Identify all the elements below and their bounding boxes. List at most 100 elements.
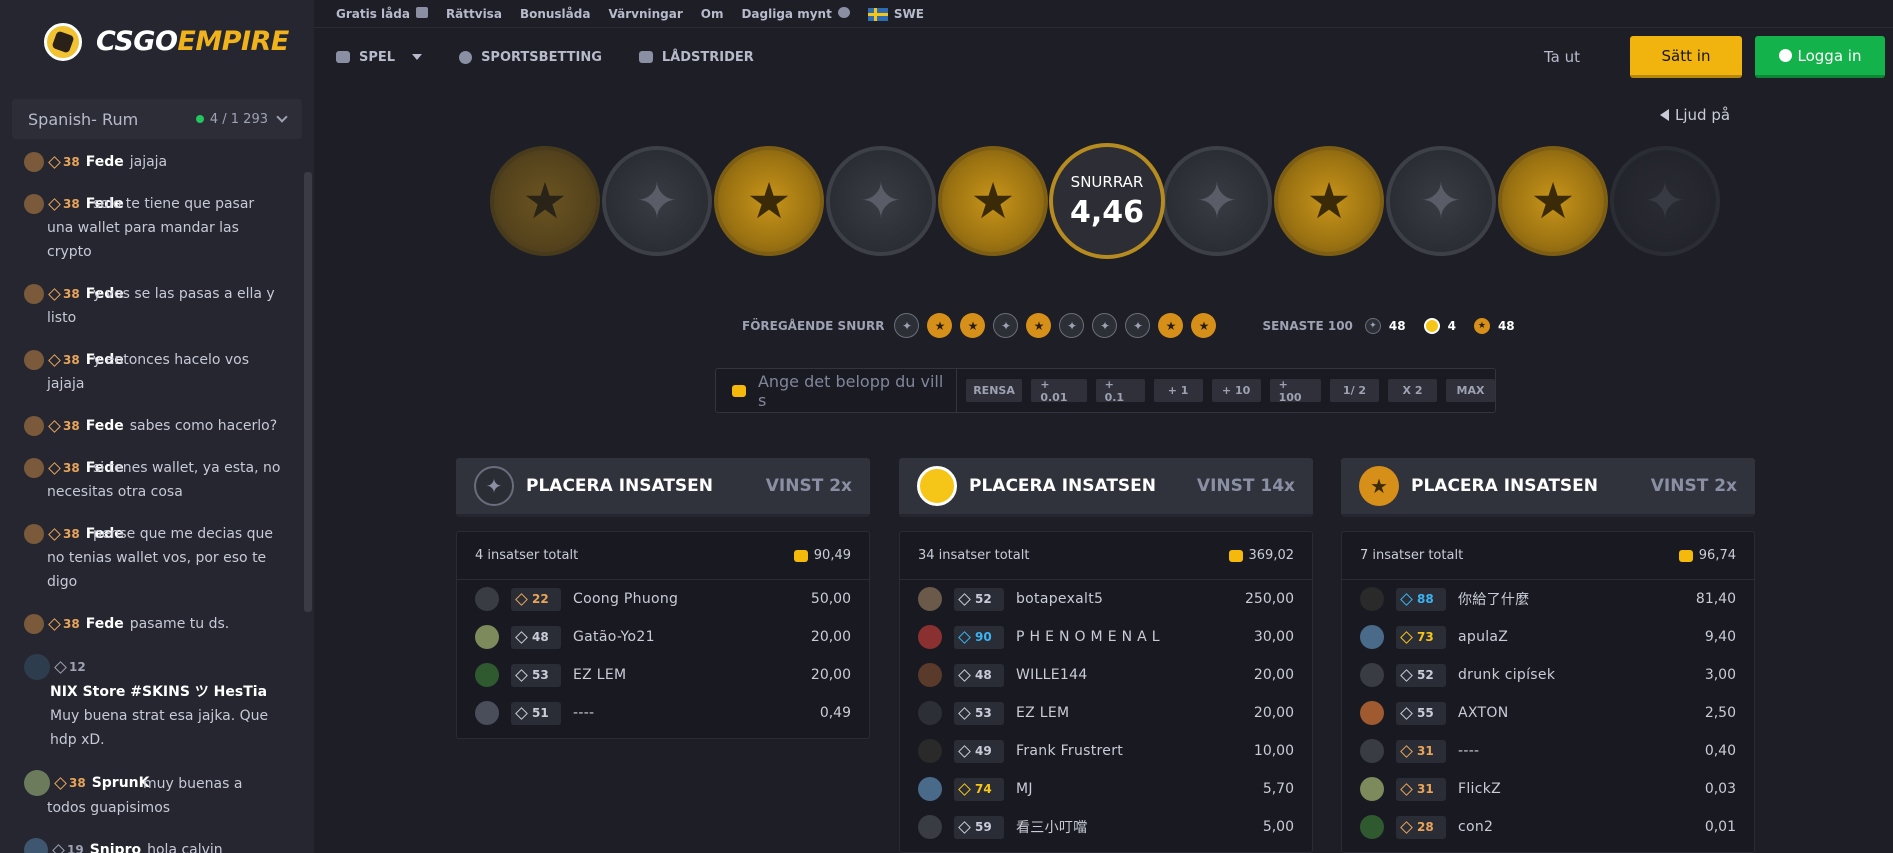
- chat-scrollbar[interactable]: [304, 172, 312, 612]
- avatar[interactable]: [1360, 625, 1384, 649]
- place-bet-button[interactable]: PLACERA INSATSEN VINST 14x: [899, 458, 1313, 517]
- avatar[interactable]: [1360, 701, 1384, 725]
- avatar[interactable]: [24, 614, 44, 634]
- avatar[interactable]: [918, 739, 942, 763]
- bet-modifier-button[interactable]: + 0.01: [1031, 378, 1087, 404]
- bonus-count: 4: [1447, 318, 1456, 333]
- nav-games[interactable]: SPEL: [336, 50, 423, 65]
- bet-amount-input[interactable]: Ange det belopp du vill s: [716, 369, 957, 412]
- nav-sportsbetting[interactable]: SPORTSBETTING: [459, 50, 602, 65]
- language-selector[interactable]: SWE: [867, 7, 924, 21]
- bets-summary: 7 insatser totalt 96,74: [1342, 532, 1754, 580]
- place-bet-title: PLACERA INSATSEN: [1411, 476, 1599, 496]
- bet-modifier-button[interactable]: RENSA: [965, 379, 1023, 402]
- avatar[interactable]: [1360, 815, 1384, 839]
- avatar[interactable]: [918, 815, 942, 839]
- avatar[interactable]: [918, 587, 942, 611]
- bettor-name: ----: [1458, 743, 1480, 759]
- avatar[interactable]: [475, 587, 499, 611]
- chat-room-selector[interactable]: Spanish- Rum 4 / 1 293: [12, 99, 302, 139]
- level-badge: 38: [54, 771, 86, 795]
- avatar[interactable]: [475, 625, 499, 649]
- top-bar: Gratis låda Rättvisa Bonuslåda Värvninga…: [314, 0, 1893, 27]
- steam-icon: [1778, 49, 1792, 62]
- level-badge: 12: [54, 655, 86, 679]
- bet-modifier-button[interactable]: MAX: [1446, 379, 1495, 402]
- bettor-name: apulaZ: [1458, 629, 1509, 645]
- avatar[interactable]: [24, 838, 48, 853]
- caret-down-icon: [412, 54, 423, 60]
- referrals-link[interactable]: Värvningar: [608, 7, 682, 21]
- free-case-link[interactable]: Gratis låda: [336, 6, 428, 21]
- bet-row: 31 FlickZ 0,03: [1360, 770, 1736, 808]
- bet-modifier-button[interactable]: X 2: [1388, 379, 1437, 402]
- place-bet-button[interactable]: ★ PLACERA INSATSEN VINST 2x: [1341, 458, 1755, 517]
- bet-amount: 81,40: [1695, 591, 1736, 607]
- level-badge: 49: [954, 739, 1004, 763]
- bet-amount: 9,40: [1704, 629, 1736, 645]
- payout-multiplier: VINST 14x: [1196, 476, 1295, 496]
- bets-list: 4 insatser totalt 90,49 22 Coong Phuong 50,0…: [456, 531, 870, 739]
- message-text: hola calvin: [147, 842, 223, 853]
- bet-amount: 5,70: [1262, 781, 1294, 797]
- bet-modifier-button[interactable]: + 10: [1211, 379, 1261, 402]
- nav-case-battles[interactable]: LÅDSTRIDER: [638, 50, 754, 65]
- avatar[interactable]: [1360, 587, 1384, 611]
- username[interactable]: Fede: [86, 612, 124, 636]
- sound-toggle[interactable]: Ljud på: [1660, 106, 1730, 124]
- username[interactable]: Fede: [86, 414, 124, 438]
- bettor-name: FlickZ: [1458, 781, 1502, 797]
- fair-link[interactable]: Rättvisa: [446, 7, 502, 21]
- avatar[interactable]: [1360, 663, 1384, 687]
- avatar[interactable]: [918, 777, 942, 801]
- deposit-button[interactable]: Sätt in: [1630, 36, 1742, 78]
- avatar[interactable]: [24, 350, 44, 370]
- avatar[interactable]: [24, 654, 50, 680]
- avatar[interactable]: [475, 663, 499, 687]
- avatar[interactable]: [1360, 777, 1384, 801]
- withdraw-link[interactable]: Ta ut: [1544, 48, 1580, 66]
- bonus-link[interactable]: Bonuslåda: [520, 7, 591, 21]
- avatar[interactable]: [24, 152, 44, 172]
- room-name: Spanish- Rum: [28, 109, 139, 129]
- daily-coins-link[interactable]: Dagliga mynt: [741, 6, 850, 21]
- avatar[interactable]: [24, 524, 44, 544]
- avatar[interactable]: [918, 625, 942, 649]
- logo[interactable]: CSGOEMPIRE: [0, 0, 314, 83]
- bet-amount: 10,00: [1253, 743, 1294, 759]
- bet-modifier-button[interactable]: 1/ 2: [1330, 379, 1379, 402]
- avatar[interactable]: [24, 770, 50, 796]
- avatar[interactable]: [24, 458, 44, 478]
- avatar[interactable]: [24, 416, 44, 436]
- bet-modifier-button[interactable]: + 1: [1153, 379, 1203, 402]
- level-badge: 38: [48, 192, 80, 216]
- bet-total: 96,74: [1678, 548, 1736, 563]
- bet-modifier-button[interactable]: + 0.1: [1095, 378, 1145, 404]
- avatar[interactable]: [24, 194, 44, 214]
- username[interactable]: NIX Store #SKINS ツ HesTia: [50, 684, 267, 700]
- main-nav: SPEL SPORTSBETTING LÅDSTRIDER Ta ut Sätt…: [314, 27, 1893, 86]
- bet-amount: 30,00: [1253, 629, 1294, 645]
- bet-row: 48 WILLE144 20,00: [918, 656, 1294, 694]
- place-bet-button[interactable]: ✦ PLACERA INSATSEN VINST 2x: [456, 458, 870, 517]
- bet-modifier-button[interactable]: + 100: [1269, 378, 1321, 404]
- level-badge: 88: [1396, 587, 1446, 611]
- avatar[interactable]: [918, 701, 942, 725]
- avatar[interactable]: [918, 663, 942, 687]
- bettor-name: Coong Phuong: [573, 591, 679, 607]
- bet-column-ct: ✦ PLACERA INSATSEN VINST 2x 4 insatser tota…: [456, 458, 870, 739]
- level-badge: 48: [954, 663, 1004, 687]
- username[interactable]: Fede: [86, 150, 124, 174]
- username[interactable]: Snipro: [90, 838, 141, 853]
- username[interactable]: SprunK: [92, 771, 150, 795]
- about-link[interactable]: Om: [701, 7, 724, 21]
- login-button[interactable]: Logga in: [1755, 36, 1885, 78]
- avatar[interactable]: [1360, 739, 1384, 763]
- avatar[interactable]: [475, 701, 499, 725]
- bettor-name: ----: [573, 705, 595, 721]
- t-coin-icon: ★: [1359, 466, 1399, 506]
- avatar[interactable]: [24, 284, 44, 304]
- level-badge: 53: [511, 663, 561, 687]
- bet-row: 55 AXTON 2,50: [1360, 694, 1736, 732]
- t-roll-icon: ★: [1158, 313, 1184, 338]
